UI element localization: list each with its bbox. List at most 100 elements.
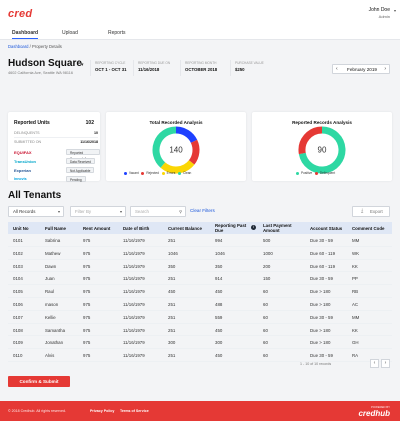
property-title[interactable]: Hudson Square (8, 58, 82, 69)
table-row[interactable]: 0106 mason 975 11/16/1979 251 488 60 Due > 180 A… (8, 298, 392, 311)
cell-full-name: Raul (45, 289, 55, 295)
cell-rent-amount: 975 (83, 250, 91, 256)
confirm-submit-button[interactable]: Confirm & Submit (8, 376, 70, 387)
status-badge: Not Applicable (66, 167, 95, 173)
cell-unit-no: 0106 (13, 302, 23, 307)
breadcrumb-dashboard[interactable]: Dashboard (8, 44, 29, 49)
table-row[interactable]: 0103 Dawn 975 11/16/1979 350 350 200 Due 60 - 1… (8, 260, 392, 273)
col-last-payment-amount[interactable]: Last Payment Amount (263, 223, 299, 233)
col-unit-no[interactable]: Unit No (13, 226, 29, 231)
clear-filters-link[interactable]: Clear Filters (190, 208, 215, 213)
col-rent-amount[interactable]: Rent Amount (83, 226, 110, 231)
user-menu[interactable]: John Doe Admin ▾ (369, 7, 396, 19)
cell-unit-no: 0101 (13, 238, 23, 243)
cell-current-balance: 251 (168, 302, 176, 307)
tab-reports[interactable]: Reports (108, 30, 126, 36)
table-row[interactable]: 0109 Jonathan 975 11/16/1979 300 300 60 Due > 1… (8, 336, 392, 350)
search-input[interactable]: Search ⚲ (130, 206, 186, 217)
col-comment-code[interactable]: Comment Code (352, 226, 384, 231)
cell-last-payment-amount: 60 (263, 340, 268, 346)
meta-label: REPORTING CYCLE (95, 61, 126, 65)
meta-label: PURCHASE VALUE (235, 61, 264, 65)
cell-date-of-birth: 11/16/1979 (123, 302, 145, 307)
table-row[interactable]: 0101 Sabrina 975 11/16/1979 251 994 500 Due 30 … (8, 234, 392, 247)
col-full-name[interactable]: Full Name (45, 226, 66, 231)
cell-reporting-past-due: 350 (215, 263, 223, 269)
cell-full-name: Mathew (45, 250, 61, 256)
chevron-down-icon[interactable]: ▾ (81, 62, 84, 68)
chevron-right-icon[interactable]: › (384, 66, 386, 72)
tenants-title: All Tenants (8, 190, 62, 201)
reported-units-count: 102 (85, 120, 94, 126)
col-date-of-birth[interactable]: Date of Birth (123, 226, 149, 231)
app-logo[interactable]: cred (8, 8, 32, 20)
cell-comment-code: AC (352, 302, 359, 307)
equifax-logo: EQUIFAX (14, 150, 32, 155)
terms-of-service-link[interactable]: Terms of Service (120, 409, 149, 413)
cell-full-name: Sabrina (45, 238, 61, 243)
divider (180, 60, 181, 76)
cell-date-of-birth: 11/16/1979 (123, 276, 145, 282)
cell-rent-amount: 975 (83, 263, 91, 269)
privacy-policy-link[interactable]: Privacy Policy (90, 409, 114, 413)
records-select[interactable]: All Records ▾ (8, 206, 64, 217)
user-role: Admin (378, 14, 390, 19)
col-current-balance[interactable]: Current Balance (168, 226, 202, 231)
col-account-status[interactable]: Account Status (310, 226, 342, 231)
donut-slice-rejected[interactable] (188, 139, 200, 165)
cell-account-status: Due 30 - 59 (310, 353, 333, 359)
meta-label: REPORTING MONTH (185, 61, 217, 65)
month-selector: ‹ February 2019 › (332, 64, 390, 74)
row-label: SUBMITTED ON (14, 140, 42, 144)
cell-rent-amount: 975 (83, 238, 91, 243)
legend-item-clean: Clean (177, 171, 191, 175)
meta-purchase-value: PURCHASE VALUE $250 (235, 61, 264, 72)
month-value[interactable]: February 2019 (345, 67, 379, 72)
table-row[interactable]: 0110 Alvis 975 11/16/1979 251 450 60 Due 30 - 5… (8, 349, 392, 362)
row-value: 10 (94, 131, 98, 135)
search-placeholder: Search (135, 209, 149, 214)
cell-account-status: Due > 180 (310, 289, 331, 295)
table-row[interactable]: 0104 Juan 975 11/16/1979 251 914 150 Due 30 - 5… (8, 272, 392, 286)
status-badge: Data Received (66, 158, 95, 164)
table-row[interactable]: 0102 Mathew 975 11/16/1979 1046 1046 1000 Due 6… (8, 247, 392, 260)
prev-page-button[interactable]: ‹ (370, 359, 379, 368)
export-button[interactable]: ⤓ Export (352, 206, 390, 217)
cell-current-balance: 251 (168, 276, 176, 282)
main-nav: Dashboard Upload Reports (0, 28, 400, 40)
cell-unit-no: 0108 (13, 327, 23, 333)
top-bar: cred John Doe Admin ▾ (0, 0, 400, 28)
cell-account-status: Due > 180 (310, 340, 331, 346)
table-row[interactable]: 0108 Samantha 975 11/16/1979 251 450 60 Due > 1… (8, 324, 392, 337)
footer-brand-logo[interactable]: credhub (358, 409, 390, 418)
legend-total-recorded: Vacant Rejected Errors Clean (124, 171, 191, 175)
cell-unit-no: 0110 (13, 353, 23, 359)
cell-last-payment-amount: 200 (263, 263, 271, 269)
table-header: Unit No Full Name Rent Amount Date of Bi… (8, 222, 392, 234)
meta-reporting-due: REPORTING DUE ON 11/16/2018 (138, 61, 170, 72)
filter-by-select[interactable]: Filter By ▾ (70, 206, 126, 217)
donut-slice-vacant[interactable] (175, 126, 198, 144)
submitted-on-row: SUBMITTED ON 11/16/2018 (14, 140, 98, 144)
filter-by-placeholder: Filter By (75, 209, 92, 214)
info-icon[interactable]: i (251, 225, 256, 230)
breadcrumb: Dashboard / Property Details (8, 44, 62, 49)
cell-current-balance: 450 (168, 289, 176, 295)
cell-rent-amount: 975 (83, 314, 91, 320)
cell-account-status: Due 60 - 119 (310, 250, 336, 256)
cell-account-status: Due 30 - 59 (310, 314, 333, 320)
cell-reporting-past-due: 300 (215, 340, 223, 346)
cell-rent-amount: 975 (83, 327, 91, 333)
cell-comment-code: WK (352, 250, 360, 256)
col-reporting-past-due[interactable]: Reporting Past Due (215, 223, 255, 233)
breadcrumb-current: Property Details (32, 44, 62, 49)
chevron-left-icon[interactable]: ‹ (336, 66, 338, 72)
table-row[interactable]: 0105 Raul 975 11/16/1979 450 450 60 Due > 180 RB (8, 285, 392, 298)
table-row[interactable]: 0107 Kellie 975 11/16/1979 251 559 60 Due 30 - … (8, 311, 392, 324)
donut-slice-errors[interactable] (160, 160, 195, 174)
cell-date-of-birth: 11/16/1979 (123, 327, 145, 333)
next-page-button[interactable]: › (381, 359, 390, 368)
tab-upload[interactable]: Upload (62, 30, 78, 36)
tab-dashboard[interactable]: Dashboard (12, 30, 39, 39)
cell-account-status: Due 30 - 59 (310, 276, 333, 282)
